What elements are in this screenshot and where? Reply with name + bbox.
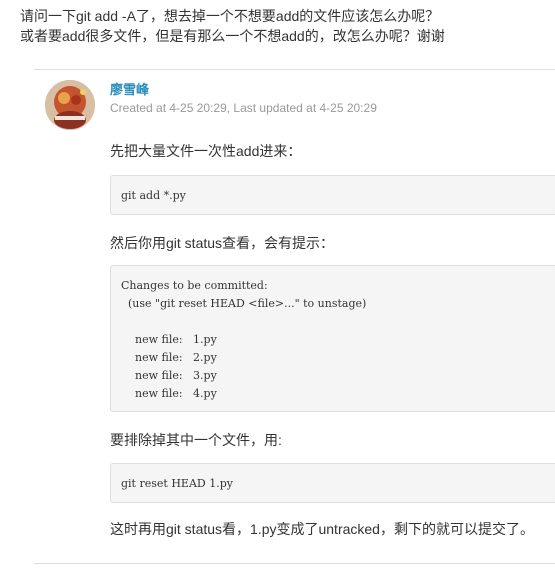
divider <box>34 69 555 70</box>
avatar-image-icon <box>45 80 95 130</box>
code-line: new file: 4.py <box>121 387 217 400</box>
code-line: git reset HEAD 1.py <box>121 477 233 490</box>
divider <box>34 563 555 564</box>
question-line-2: 或者要add很多文件，但是有那么一个不想add的，改怎么办呢？谢谢 <box>20 28 445 44</box>
code-line: new file: 3.py <box>121 369 217 382</box>
answer-paragraph: 然后你用git status查看，会有提示： <box>110 235 335 251</box>
question-line-1: 请问一下git add -A了，想去掉一个不想要add的文件应该怎么办呢？ <box>20 8 440 24</box>
timestamp-meta: Created at 4-25 20:29, Last updated at 4… <box>110 101 377 115</box>
code-block: git reset HEAD 1.py <box>110 463 555 503</box>
code-line: new file: 1.py <box>121 333 217 346</box>
code-block: Changes to be committed: (use "git reset… <box>110 265 555 412</box>
answer-paragraph: 先把大量文件一次性add进来： <box>110 143 302 159</box>
code-line: new file: 2.py <box>121 351 217 364</box>
answer-paragraph: 这时再用git status看，1.py变成了untracked，剩下的就可以提… <box>110 521 534 537</box>
author-name-link[interactable]: 廖雪峰 <box>110 82 149 98</box>
question-text: 请问一下git add -A了，想去掉一个不想要add的文件应该怎么办呢？ 或者… <box>20 6 550 46</box>
code-line: (use "git reset HEAD <file>..." to unsta… <box>121 297 367 310</box>
code-line: Changes to be committed: <box>121 279 268 292</box>
code-line: git add *.py <box>121 189 186 202</box>
avatar[interactable] <box>45 80 95 130</box>
answer-paragraph: 要排除掉其中一个文件，用: <box>110 432 282 448</box>
code-block: git add *.py <box>110 175 555 215</box>
